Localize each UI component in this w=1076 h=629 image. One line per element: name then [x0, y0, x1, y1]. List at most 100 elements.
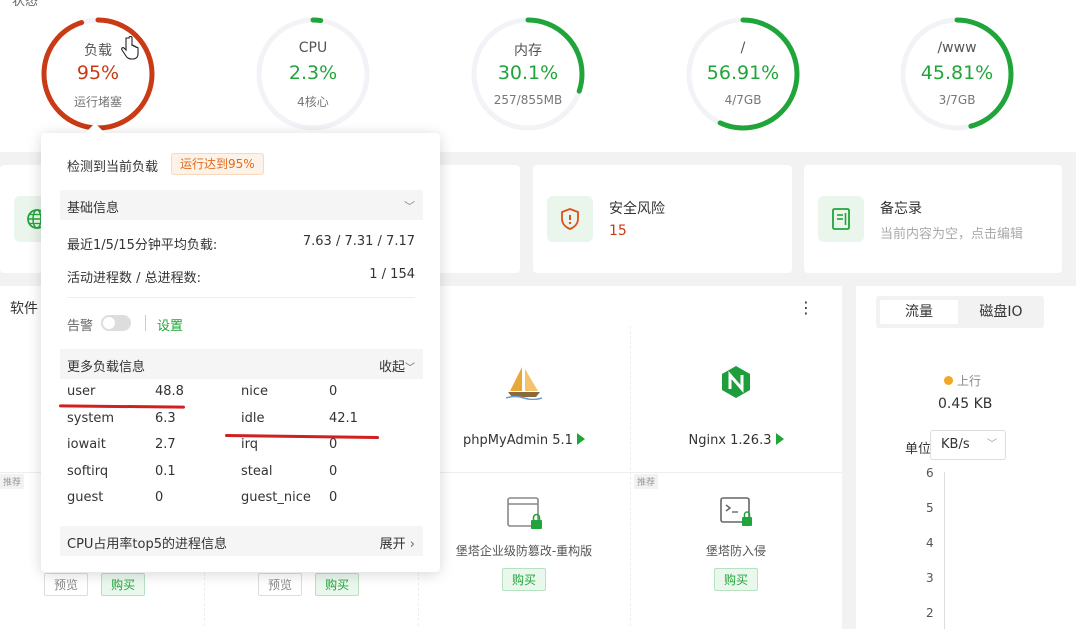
y-tick: 5 — [926, 501, 934, 515]
app-phpmyadmin-name[interactable]: phpMyAdmin 5.1 — [418, 433, 630, 448]
app-tamper-protection[interactable]: 堡塔企业级防篡改-重构版 购买 — [418, 496, 630, 591]
upload-dot-icon — [944, 376, 953, 385]
upload-legend[interactable]: 上行 — [944, 372, 981, 389]
chevron-down-icon: ﹀ — [987, 439, 997, 450]
preview-button[interactable]: 预览 — [44, 573, 89, 596]
app-nginx-name[interactable]: Nginx 1.26.3 — [630, 433, 842, 448]
security-risk-title: 安全风险 — [609, 201, 665, 217]
gauge-load[interactable]: 负载 95% 运行堵塞 — [38, 14, 158, 134]
stat-key: guest — [67, 490, 104, 505]
security-risk-count[interactable]: 15 — [609, 223, 627, 239]
gauge-disk-www[interactable]: /www 45.81% 3/7GB — [897, 14, 1017, 134]
gauge-disk-www-value: 45.81% — [920, 62, 994, 84]
browser-lock-icon — [507, 497, 542, 529]
upload-value: 0.45 KB — [938, 396, 993, 412]
alarm-label: 告警 — [67, 319, 94, 334]
basic-info-section[interactable]: 基础信息 ﹀ — [60, 190, 423, 220]
security-risk-card[interactable]: 安全风险 15 — [533, 165, 792, 273]
stat-key: irq — [241, 437, 258, 452]
divider — [67, 297, 415, 298]
gauge-memory-name: 内存 — [514, 43, 542, 59]
divider — [145, 315, 146, 331]
gauge-load-value: 95% — [76, 62, 120, 84]
gauge-cpu-value: 2.3% — [288, 62, 338, 84]
y-tick: 6 — [926, 466, 934, 480]
stat-value: 0 — [329, 384, 338, 399]
annotation-underline — [58, 404, 186, 409]
buy-button[interactable]: 购买 — [315, 573, 360, 596]
gauge-disk-root-name: / — [740, 40, 746, 56]
gauge-disk-www-name: /www — [937, 40, 977, 56]
gauge-memory-value: 30.1% — [497, 62, 559, 84]
stat-value: 48.8 — [155, 384, 184, 399]
unit-select[interactable]: KB/s ﹀ — [930, 430, 1006, 460]
app-nginx[interactable]: Nginx 1.26.3 — [630, 364, 842, 448]
memo-title: 备忘录 — [880, 201, 922, 217]
app-nginx-label: Nginx 1.26.3 — [688, 433, 772, 448]
process-count-row: 活动进程数 / 总进程数: 1 / 154 — [67, 267, 415, 286]
tab-traffic[interactable]: 流量 — [880, 300, 958, 324]
expand-toggle[interactable]: 展开 › — [380, 533, 415, 552]
stat-value: 0 — [329, 490, 338, 505]
tab-disk-io[interactable]: 磁盘IO — [962, 300, 1040, 324]
stat-value: 0.1 — [155, 464, 176, 479]
stat-key: idle — [241, 411, 265, 426]
gauge-memory-sub: 257/855MB — [493, 93, 563, 107]
recommend-tag: 推荐 — [0, 474, 25, 489]
chevron-up-icon: ﹀ — [405, 363, 415, 374]
more-load-section[interactable]: 更多负载信息 收起﹀ — [60, 349, 423, 379]
shield-alert-icon — [547, 196, 593, 242]
load-status-badge: 运行达到95% — [171, 153, 264, 175]
gauge-disk-root-sub: 4/7GB — [724, 93, 762, 107]
app-phpmyadmin-label: phpMyAdmin 5.1 — [463, 433, 573, 448]
more-options-icon[interactable]: ⋮ — [798, 298, 814, 317]
avg-load-value: 7.63 / 7.31 / 7.17 — [302, 234, 415, 249]
memo-icon — [818, 196, 864, 242]
stat-key: guest_nice — [241, 490, 311, 505]
gauge-disk-root[interactable]: / 56.91% 4/7GB — [683, 14, 803, 134]
unit-select-value: KB/s — [941, 437, 970, 452]
traffic-panel: 流量 磁盘IO 上行 0.45 KB 单位 KB/s ﹀ 6 5 4 3 2 — [856, 286, 1076, 629]
app-actions: 预览 购买 — [44, 573, 146, 596]
gauge-disk-www-sub: 3/7GB — [938, 93, 976, 107]
play-icon[interactable] — [775, 433, 784, 445]
play-icon[interactable] — [576, 433, 585, 445]
status-panel: 状态 负载 95% 运行堵塞 CPU 2.3% 4核心 内存 30.1% 257… — [0, 0, 1076, 152]
gauge-cpu-name: CPU — [298, 40, 328, 56]
stat-key: user — [67, 384, 96, 399]
gauge-cpu-sub: 4核心 — [297, 95, 329, 109]
top5-process-title: CPU占用率top5的进程信息 — [67, 537, 228, 552]
gauge-memory[interactable]: 内存 30.1% 257/855MB — [468, 14, 588, 134]
gauge-load-name: 负载 — [84, 43, 112, 59]
popover-heading: 检测到当前负载 — [67, 160, 159, 175]
app-phpmyadmin[interactable]: phpMyAdmin 5.1 — [418, 364, 630, 448]
preview-button[interactable]: 预览 — [258, 573, 303, 596]
app-actions: 预览 购买 — [258, 573, 360, 596]
collapse-toggle[interactable]: 收起﹀ — [379, 356, 415, 375]
gauge-cpu[interactable]: CPU 2.3% 4核心 — [253, 14, 373, 134]
alarm-toggle[interactable] — [101, 315, 131, 331]
software-label: 软件 — [10, 301, 38, 317]
stat-key: nice — [241, 384, 268, 399]
top5-process-section[interactable]: CPU占用率top5的进程信息 展开 › — [60, 526, 423, 556]
app-intrusion-protection[interactable]: 堡塔防入侵 购买 — [630, 496, 842, 591]
status-title: 状态 — [12, 0, 39, 9]
y-tick: 2 — [926, 606, 934, 620]
buy-button[interactable]: 购买 — [101, 573, 146, 596]
app-intrusion-protection-name: 堡塔防入侵 — [705, 544, 766, 558]
buy-button[interactable]: 购买 — [713, 568, 758, 591]
stat-key: steal — [241, 464, 273, 479]
stat-value: 0 — [329, 437, 338, 452]
buy-button[interactable]: 购买 — [501, 568, 546, 591]
memo-placeholder[interactable]: 当前内容为空，点击编辑 — [880, 223, 1023, 242]
stat-key: iowait — [67, 437, 106, 452]
alarm-settings-link[interactable]: 设置 — [157, 315, 183, 334]
unit-label: 单位 — [905, 442, 932, 457]
chevron-down-icon[interactable]: ﹀ — [404, 198, 415, 214]
memo-card[interactable]: 备忘录 当前内容为空，点击编辑 — [804, 165, 1062, 273]
more-load-title: 更多负载信息 — [67, 360, 146, 375]
load-popover: 检测到当前负载 运行达到95% 基础信息 ﹀ 最近1/5/15分钟平均负载: 7… — [41, 123, 440, 572]
expand-label: 展开 — [379, 537, 406, 552]
gauge-load-sub: 运行堵塞 — [73, 95, 122, 109]
chevron-right-icon: › — [405, 537, 415, 552]
